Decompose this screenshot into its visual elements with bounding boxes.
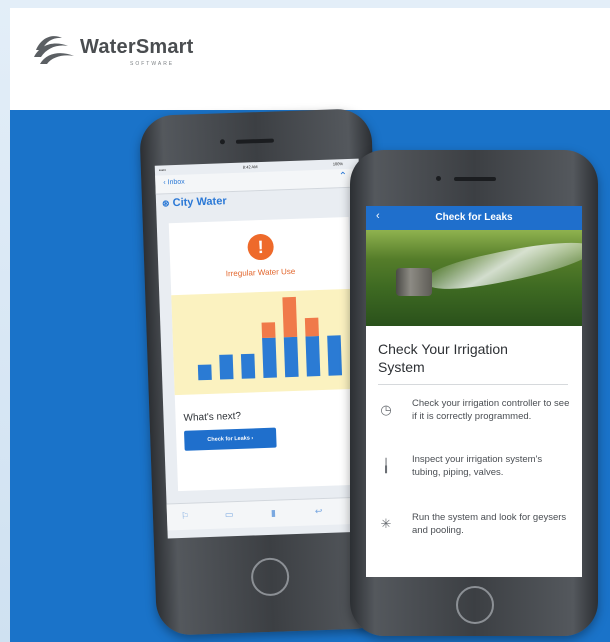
step-item: ╽ Inspect your irrigation system's tubin…	[378, 454, 574, 494]
phone-speaker	[454, 177, 496, 181]
whats-next-heading: What's next?	[183, 410, 242, 424]
step-text: Inspect your irrigation system's tubing,…	[412, 454, 543, 478]
inbox-label: Inbox	[167, 178, 185, 187]
step-text: Check your irrigation controller to see …	[412, 398, 570, 422]
sender-name: ⊛ City Water	[162, 195, 227, 209]
step-text: Run the system and look for geysers and …	[412, 512, 567, 536]
sender-label: City Water	[172, 195, 227, 210]
mail-toolbar: ⚐ ▭ ▮ ↩	[166, 496, 372, 531]
phone-camera	[219, 139, 226, 145]
wave-logo-icon	[34, 36, 74, 64]
divider	[378, 384, 568, 385]
email-screen: ••••• 8:42 AM 100% ‹ Inbox ⌃ ⊛ City Wate…	[154, 158, 372, 539]
sprinkler-photo	[366, 230, 582, 326]
phone-speaker	[235, 138, 274, 144]
battery-level: 100%	[332, 161, 344, 167]
usage-bar	[197, 364, 212, 381]
watersmart-logo[interactable]: WaterSmart SOFTWARE	[32, 30, 232, 70]
heading-line-1: Check Your Irrigation	[378, 341, 508, 357]
excess-usage-bar	[282, 296, 298, 338]
phone-camera	[436, 176, 441, 181]
header: WaterSmart SOFTWARE	[10, 8, 610, 110]
status-time: 8:42 AM	[242, 164, 258, 170]
check-for-leaks-button[interactable]: Check for Leaks ›	[184, 427, 277, 451]
home-button[interactable]	[456, 586, 494, 624]
step-item: ✳ Run the system and look for geysers an…	[378, 512, 574, 542]
pipe-icon: ╽	[382, 458, 390, 473]
home-button[interactable]	[250, 557, 290, 597]
brand-name: WaterSmart	[80, 36, 194, 58]
usage-bar	[283, 336, 299, 378]
leak-header-bar: ‹ Check for Leaks	[366, 206, 582, 230]
usage-chart	[171, 288, 355, 396]
clock-icon: ◷	[380, 402, 392, 417]
leak-phone: ‹ Check for Leaks Check Your Irrigation …	[350, 150, 598, 636]
leak-screen: ‹ Check for Leaks Check Your Irrigation …	[366, 206, 582, 577]
usage-bar	[240, 353, 256, 379]
usage-bar	[305, 336, 321, 377]
carrier-signal: •••••	[158, 167, 166, 173]
excess-usage-bar	[261, 322, 276, 339]
reply-icon[interactable]: ↩	[315, 506, 323, 517]
email-body: ! Irregular Water Use What's next? Check…	[168, 216, 358, 492]
step-item: ◷ Check your irrigation controller to se…	[378, 398, 574, 438]
alert-title: Irregular Water Use	[225, 266, 296, 279]
inbox-back-link[interactable]: ‹ Inbox	[163, 179, 185, 187]
usage-bar	[262, 337, 277, 379]
leak-header-title: Check for Leaks	[435, 212, 513, 223]
usage-bar	[327, 335, 343, 376]
folder-icon[interactable]: ▭	[225, 509, 234, 520]
usage-bar	[219, 354, 234, 380]
usage-chart-svg	[197, 296, 343, 381]
alert-icon: !	[247, 233, 275, 261]
sprinkler-head	[396, 268, 432, 296]
chevron-up-icon[interactable]: ⌃	[339, 171, 348, 182]
heading-line-2: System	[378, 359, 425, 375]
brand-tagline: SOFTWARE	[130, 61, 175, 67]
sprinkler-icon: ✳	[380, 516, 392, 531]
irrigation-heading: Check Your Irrigation System	[378, 340, 508, 376]
trash-icon[interactable]: ▮	[271, 508, 276, 519]
water-drop-icon: ⊛	[161, 198, 170, 209]
flag-icon[interactable]: ⚐	[181, 511, 189, 522]
excess-usage-bar	[304, 317, 319, 337]
water-spray	[424, 232, 582, 298]
